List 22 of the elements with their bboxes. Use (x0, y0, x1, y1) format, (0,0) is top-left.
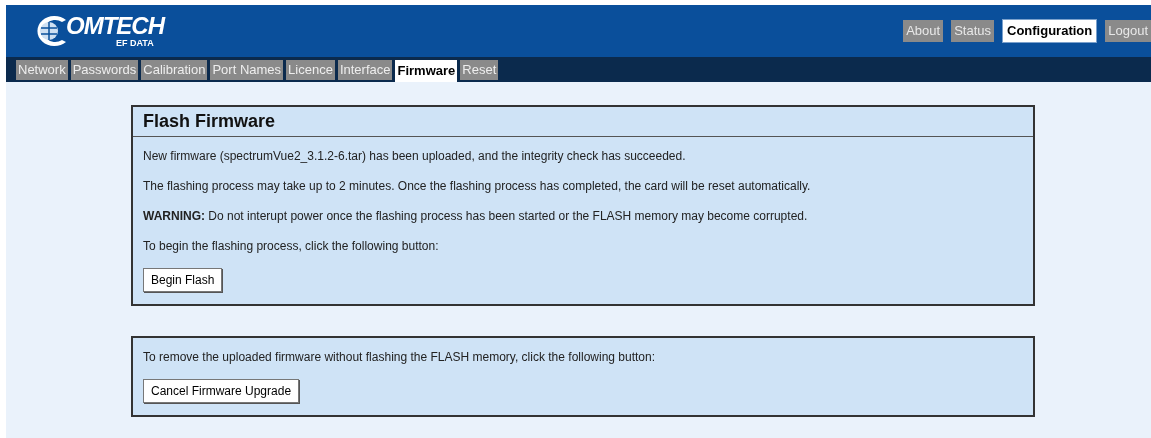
tab[interactable]: Passwords (70, 60, 139, 80)
nav-link[interactable]: About (903, 20, 944, 42)
panel-text: To begin the flashing process, click the following button: (143, 238, 440, 255)
panel-text: New firmware (spectrumVue2_3.1.2-6.tar) has been uploaded, and the integrity check has succeeded. (143, 148, 687, 165)
nav-link[interactable]: Configuration (1002, 19, 1098, 43)
panel-title: Flash Firmware (133, 107, 1033, 137)
nav-link[interactable]: Logout (1105, 20, 1151, 42)
tab[interactable]: Interface (337, 60, 393, 80)
panel-text: To remove the uploaded firmware without flashing the FLASH memory, click the following button: (143, 349, 657, 366)
tab[interactable]: Network (16, 60, 68, 80)
panel-button[interactable]: Begin Flash (143, 268, 223, 292)
panel-button[interactable]: Cancel Firmware Upgrade (143, 379, 300, 403)
panel-text: WARNING: Do not interupt power once the flashing process has been started or the FLASH memory may become corrupted. (143, 208, 809, 225)
logo-name: OMTECH (66, 14, 164, 38)
tab[interactable]: Firmware (395, 60, 458, 82)
panel-text: The flashing process may take up to 2 minutes. Once the flashing process has completed, the card will be reset automatically. (143, 178, 812, 195)
tab[interactable]: Reset (460, 60, 499, 80)
tab[interactable]: Calibration (141, 60, 208, 80)
tab[interactable]: Licence (286, 60, 335, 80)
nav-link[interactable]: Status (951, 20, 994, 42)
tab[interactable]: Port Names (210, 60, 284, 80)
logo-subtitle: EF DATA (116, 38, 155, 48)
